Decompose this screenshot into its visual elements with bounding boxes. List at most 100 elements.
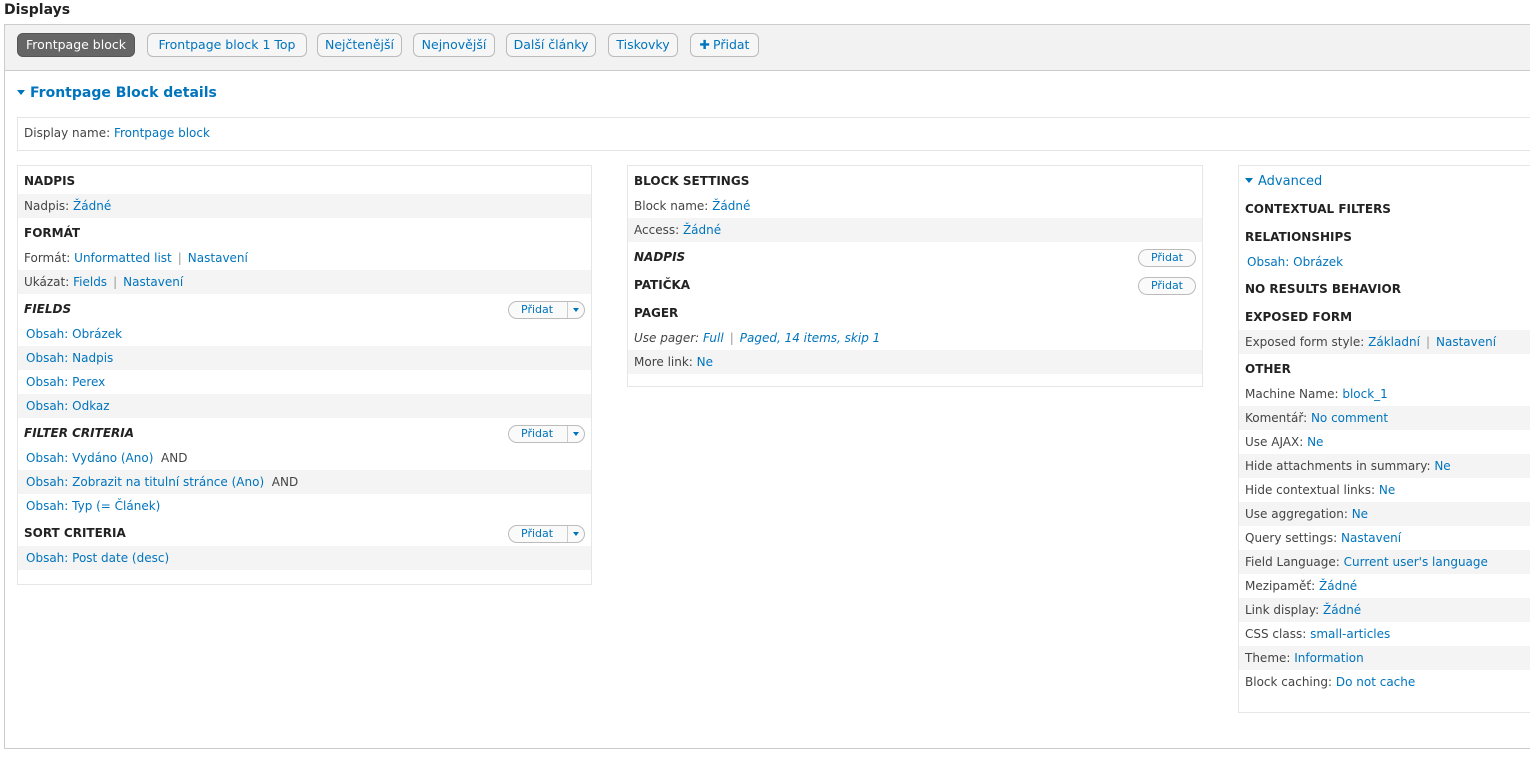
- no-results-title: NO RESULTS BEHAVIOR: [1245, 282, 1401, 296]
- tab-frontpage-block[interactable]: Frontpage block: [17, 33, 135, 57]
- other-label: Hide contextual links:: [1245, 483, 1376, 497]
- nadpis-link[interactable]: Žádné: [73, 199, 111, 213]
- sort-link[interactable]: Obsah: Post date (desc): [26, 551, 169, 565]
- more-link-value[interactable]: Ne: [697, 355, 713, 369]
- relationship-link[interactable]: Obsah: Obrázek: [1247, 255, 1343, 269]
- tab-tiskovky[interactable]: Tiskovky: [608, 33, 678, 57]
- more-link-row: More link: Ne: [628, 350, 1202, 374]
- other-link[interactable]: Ne: [1352, 507, 1368, 521]
- filters-add-dropdown[interactable]: [567, 426, 584, 442]
- displays-panel: Frontpage block Frontpage block 1 Top Ne…: [4, 24, 1530, 749]
- middle-column: BLOCK SETTINGS Block name: Žádné Access:…: [627, 165, 1203, 387]
- tab-nejnovejsi[interactable]: Nejnovější: [413, 33, 495, 57]
- fields-add-dropdown[interactable]: [567, 302, 584, 318]
- fields-add-label: Přidat: [521, 303, 554, 316]
- filters-add-button[interactable]: Přidat: [508, 425, 585, 443]
- use-pager-row: Use pager: Full | Paged, 14 items, skip 1: [628, 326, 1202, 350]
- fields-section-header: FIELDS Přidat: [18, 294, 591, 322]
- advanced-toggle[interactable]: Advanced: [1239, 166, 1530, 194]
- chevron-down-icon: [17, 89, 25, 95]
- show-label: Ukázat:: [24, 275, 70, 289]
- exposed-form-title: EXPOSED FORM: [1245, 310, 1353, 324]
- other-label: Mezipaměť:: [1245, 579, 1316, 593]
- add-display-button[interactable]: ✚ Přidat: [690, 33, 759, 57]
- other-link[interactable]: Do not cache: [1336, 675, 1415, 689]
- plus-icon: ✚: [699, 37, 711, 52]
- other-link[interactable]: Nastavení: [1341, 531, 1401, 545]
- nadpis-row: Nadpis: Žádné: [18, 194, 591, 218]
- other-link[interactable]: Information: [1294, 651, 1363, 665]
- format-link[interactable]: Unformatted list: [74, 251, 172, 265]
- other-row: Komentář: No comment: [1239, 406, 1530, 430]
- fields-add-button[interactable]: Přidat: [508, 301, 585, 319]
- pager-settings-link[interactable]: Paged, 14 items, skip 1: [740, 331, 881, 345]
- other-label: Hide attachments in summary:: [1245, 459, 1431, 473]
- format-section-title: FORMÁT: [24, 226, 81, 240]
- other-row: Hide attachments in summary: Ne: [1239, 454, 1530, 478]
- show-row: Ukázat: Fields | Nastavení: [18, 270, 591, 294]
- filter-link[interactable]: Obsah: Zobrazit na titulní stránce (Ano): [26, 475, 264, 489]
- sort-section-title: SORT CRITERIA: [24, 526, 126, 540]
- field-link[interactable]: Obsah: Obrázek: [26, 327, 122, 341]
- other-row: Link display: Žádné: [1239, 598, 1530, 622]
- other-row: Use AJAX: Ne: [1239, 430, 1530, 454]
- other-link[interactable]: Žádné: [1323, 603, 1361, 617]
- separator: |: [1425, 335, 1430, 349]
- format-row: Formát: Unformatted list | Nastavení: [18, 246, 591, 270]
- other-link[interactable]: Ne: [1434, 459, 1450, 473]
- separator: |: [113, 275, 118, 289]
- format-label: Formát:: [24, 251, 71, 265]
- use-pager-link[interactable]: Full: [703, 331, 724, 345]
- field-link[interactable]: Obsah: Odkaz: [26, 399, 110, 413]
- display-name-link[interactable]: Frontpage block: [114, 126, 210, 140]
- other-link[interactable]: No comment: [1311, 411, 1388, 425]
- header-section-title: NADPIS: [634, 250, 686, 264]
- relationships-title: RELATIONSHIPS: [1245, 230, 1352, 244]
- access-link[interactable]: Žádné: [683, 223, 721, 237]
- other-label: Field Language:: [1245, 555, 1340, 569]
- filter-link[interactable]: Obsah: Vydáno (Ano): [26, 451, 153, 465]
- field-item: Obsah: Odkaz: [18, 394, 591, 418]
- exposed-form-link[interactable]: Základní: [1368, 335, 1420, 349]
- field-link[interactable]: Obsah: Nadpis: [26, 351, 113, 365]
- filter-link[interactable]: Obsah: Typ (= Článek): [26, 499, 160, 513]
- header-add-button[interactable]: Přidat: [1137, 249, 1196, 267]
- other-link[interactable]: Current user's language: [1344, 555, 1488, 569]
- separator: |: [729, 331, 734, 345]
- filter-operator: AND: [161, 451, 188, 465]
- format-settings-link[interactable]: Nastavení: [188, 251, 248, 265]
- display-name-row: Display name: Frontpage block: [17, 117, 1530, 151]
- show-link[interactable]: Fields: [73, 275, 107, 289]
- other-link[interactable]: Ne: [1379, 483, 1395, 497]
- block-name-link[interactable]: Žádné: [712, 199, 750, 213]
- filters-section-title: FILTER CRITERIA: [24, 426, 135, 440]
- pager-section-title: PAGER: [634, 306, 679, 320]
- other-link[interactable]: small-articles: [1310, 627, 1390, 641]
- block-settings-title: BLOCK SETTINGS: [634, 174, 750, 188]
- sort-add-dropdown[interactable]: [567, 526, 584, 542]
- footer-add-button[interactable]: Přidat: [1137, 277, 1196, 295]
- exposed-form-settings-link[interactable]: Nastavení: [1436, 335, 1496, 349]
- other-label: Machine Name:: [1245, 387, 1339, 401]
- details-toggle[interactable]: Frontpage Block details: [17, 85, 217, 101]
- advanced-label: Advanced: [1258, 174, 1323, 189]
- tab-nejctenejsi[interactable]: Nejčtenější: [317, 33, 402, 57]
- header-section: NADPIS Přidat: [628, 242, 1202, 270]
- other-link[interactable]: block_1: [1342, 387, 1387, 401]
- sort-add-button[interactable]: Přidat: [508, 525, 585, 543]
- other-label: Query settings:: [1245, 531, 1338, 545]
- other-link[interactable]: Ne: [1307, 435, 1323, 449]
- field-link[interactable]: Obsah: Perex: [26, 375, 105, 389]
- tab-dalsi-clanky[interactable]: Další články: [506, 33, 596, 57]
- display-tabs: Frontpage block Frontpage block 1 Top Ne…: [5, 25, 1530, 71]
- tab-frontpage-block-1-top[interactable]: Frontpage block 1 Top: [147, 33, 307, 57]
- display-name-label: Display name:: [24, 126, 111, 140]
- relationship-item: Obsah: Obrázek: [1239, 250, 1530, 274]
- show-settings-link[interactable]: Nastavení: [123, 275, 183, 289]
- chevron-down-icon: [573, 308, 579, 312]
- add-display-label: Přidat: [713, 37, 750, 52]
- other-row: Use aggregation: Ne: [1239, 502, 1530, 526]
- chevron-down-icon: [1245, 178, 1253, 183]
- other-link[interactable]: Žádné: [1319, 579, 1357, 593]
- other-label: Block caching:: [1245, 675, 1333, 689]
